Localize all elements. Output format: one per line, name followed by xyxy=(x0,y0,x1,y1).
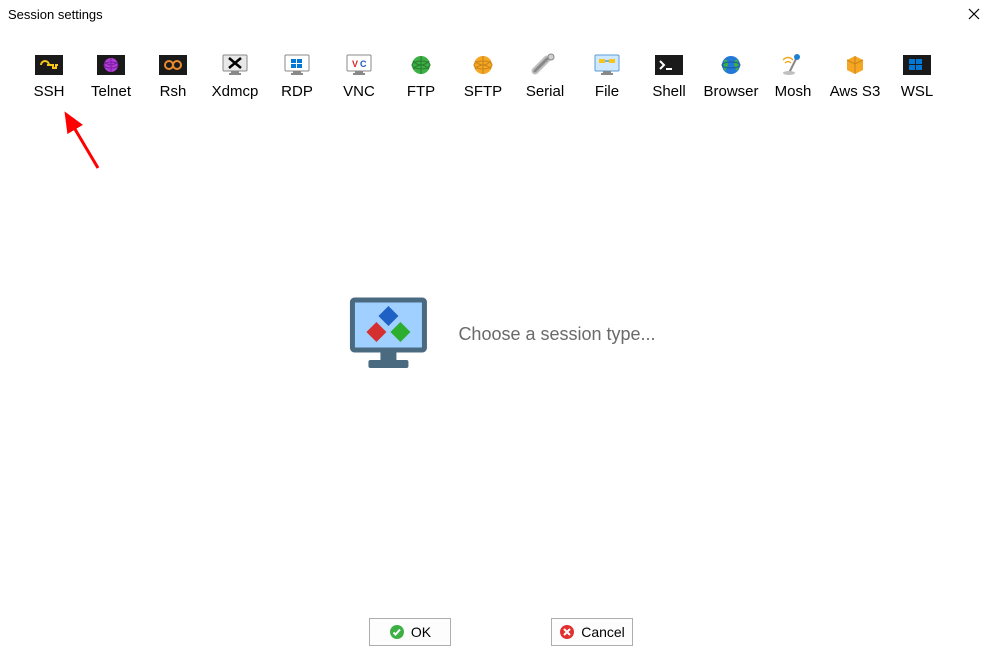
close-button[interactable] xyxy=(954,0,994,28)
sftp-icon xyxy=(467,53,499,77)
awss3-icon xyxy=(839,53,871,77)
session-wsl[interactable]: WSL xyxy=(886,50,948,103)
session-ssh[interactable]: SSH xyxy=(18,50,80,103)
ftp-icon xyxy=(405,53,437,77)
ok-label: OK xyxy=(411,624,431,640)
xdmcp-icon xyxy=(219,53,251,77)
session-label: Xdmcp xyxy=(212,83,259,100)
cancel-x-icon xyxy=(559,624,575,640)
session-browser[interactable]: Browser xyxy=(700,50,762,103)
rdp-icon xyxy=(281,53,313,77)
vnc-icon: VC xyxy=(343,53,375,77)
ok-check-icon xyxy=(389,624,405,640)
session-label: RDP xyxy=(281,83,313,100)
ok-button[interactable]: OK xyxy=(369,618,451,646)
cancel-label: Cancel xyxy=(581,624,625,640)
file-icon xyxy=(591,53,623,77)
session-placeholder-icon xyxy=(346,294,430,374)
session-label: Rsh xyxy=(160,83,187,100)
telnet-icon xyxy=(95,53,127,77)
session-label: Aws S3 xyxy=(830,83,881,100)
annotation-arrow xyxy=(58,108,108,178)
session-mosh[interactable]: Mosh xyxy=(762,50,824,103)
shell-icon xyxy=(653,53,685,77)
session-rsh[interactable]: Rsh xyxy=(142,50,204,103)
session-label: SFTP xyxy=(464,83,502,100)
session-vnc[interactable]: VC VNC xyxy=(328,50,390,103)
svg-text:C: C xyxy=(360,59,367,69)
session-label: Browser xyxy=(703,83,758,100)
session-label: Telnet xyxy=(91,83,131,100)
session-telnet[interactable]: Telnet xyxy=(80,50,142,103)
svg-text:V: V xyxy=(352,59,358,69)
rsh-icon xyxy=(157,53,189,77)
session-file[interactable]: File xyxy=(576,50,638,103)
session-sftp[interactable]: SFTP xyxy=(452,50,514,103)
session-label: WSL xyxy=(901,83,934,100)
main-content: Choose a session type... xyxy=(346,294,655,374)
dialog-footer: OK Cancel xyxy=(0,618,1002,646)
session-label: File xyxy=(595,83,619,100)
titlebar: Session settings xyxy=(0,0,1002,28)
serial-icon xyxy=(529,53,561,77)
session-xdmcp[interactable]: Xdmcp xyxy=(204,50,266,103)
session-label: SSH xyxy=(34,83,65,100)
session-type-toolbar: SSH Telnet Rsh Xdmcp RDP VC VNC F xyxy=(0,28,1002,111)
mosh-icon xyxy=(777,53,809,77)
cancel-button[interactable]: Cancel xyxy=(551,618,633,646)
session-ftp[interactable]: FTP xyxy=(390,50,452,103)
session-rdp[interactable]: RDP xyxy=(266,50,328,103)
session-label: FTP xyxy=(407,83,435,100)
session-serial[interactable]: Serial xyxy=(514,50,576,103)
window-title: Session settings xyxy=(8,7,954,22)
session-label: VNC xyxy=(343,83,375,100)
session-awss3[interactable]: Aws S3 xyxy=(824,50,886,103)
ssh-icon xyxy=(33,53,65,77)
session-label: Mosh xyxy=(775,83,812,100)
session-label: Serial xyxy=(526,83,564,100)
choose-session-prompt: Choose a session type... xyxy=(458,324,655,345)
wsl-icon xyxy=(901,53,933,77)
session-shell[interactable]: Shell xyxy=(638,50,700,103)
session-label: Shell xyxy=(652,83,685,100)
browser-icon xyxy=(715,53,747,77)
close-icon xyxy=(968,8,980,20)
